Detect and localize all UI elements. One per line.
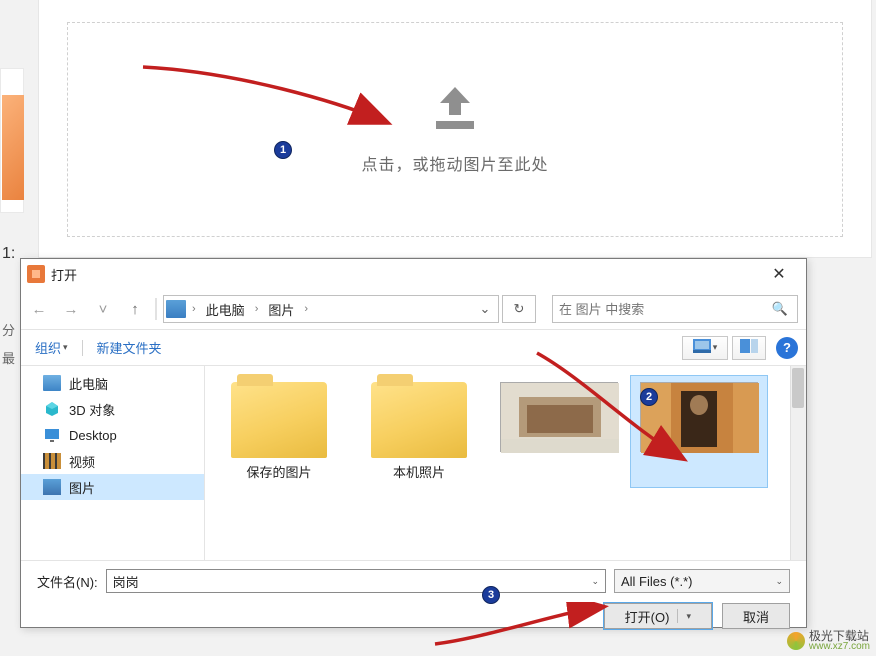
pictures-icon [43,479,61,495]
file-type-filter[interactable]: All Files (*.*) ⌄ [614,569,790,593]
image-thumbnail [640,382,758,452]
toolbar: 组织▾ 新建文件夹 ▾ ? [21,329,806,365]
folder-icon [231,382,327,458]
arrow-left-icon: ← [32,301,47,318]
navigation-row: ← → ˅ ↑ › 此电脑 › 图片 › ⌄ ↻ 🔍 [21,289,806,329]
breadcrumb-folder[interactable]: 图片 [262,300,300,319]
upload-drop-area[interactable]: 点击，或拖动图片至此处 [67,22,843,237]
drop-hint-text: 点击，或拖动图片至此处 [361,151,548,175]
refresh-button[interactable]: ↻ [502,295,536,323]
chevron-down-icon: ▾ [686,611,691,622]
video-icon [43,453,61,469]
chevron-down-icon: ⌄ [480,301,491,317]
item-label: 本机照片 [393,462,445,481]
annotation-badge-1: 1 [274,141,292,159]
arrow-right-icon: → [64,301,79,318]
arrow-up-icon: ↑ [131,301,139,318]
drop-zone-panel: 点击，或拖动图片至此处 [38,0,872,258]
close-icon: ✕ [772,264,785,284]
filename-combobox[interactable]: 岗岗 ⌄ [106,569,606,593]
background-panel: 1: 分 最 点击，或拖动图片至此处 [0,0,876,260]
chevron-down-icon: ▾ [713,342,718,353]
watermark-line2: www.xz7.com [809,642,870,652]
help-button[interactable]: ? [776,337,798,359]
nav-back-button[interactable]: ← [25,295,53,323]
search-icon: 🔍 [769,301,791,317]
toolbar-separator [82,340,83,356]
meta-line-1: 分 [2,320,15,339]
organize-button[interactable]: 组织▾ [29,334,74,361]
sidebar-item-this-pc[interactable]: 此电脑 [21,370,204,396]
button-separator [677,609,678,623]
sidebar-item-videos[interactable]: 视频 [21,448,204,474]
thumbnail-label: 1: [2,245,15,263]
view-mode-button[interactable]: ▾ [682,336,728,360]
filter-value: All Files (*.*) [621,574,693,589]
sidebar-item-label: 3D 对象 [69,400,115,419]
scrollbar-thumb[interactable] [792,368,804,408]
meta-line-2: 最 [2,348,15,367]
filename-value: 岗岗 [113,572,139,591]
upload-icon [426,85,484,133]
breadcrumb-dropdown[interactable]: ⌄ [474,296,496,322]
close-button[interactable]: ✕ [758,259,800,289]
chevron-down-icon: ˅ [99,301,108,318]
sidebar-item-label: 视频 [69,452,95,471]
file-item-image-1[interactable] [491,376,627,487]
watermark: 极光下载站 www.xz7.com [787,630,870,652]
file-list-pane[interactable]: 保存的图片 本机照片 [205,366,806,560]
help-icon: ? [783,340,791,355]
file-open-dialog: 打开 ✕ ← → ˅ ↑ › 此电脑 › 图片 › ⌄ ↻ 🔍 组织▾ 新建文件… [20,258,807,628]
chevron-down-icon: ▾ [63,342,68,353]
breadcrumb[interactable]: › 此电脑 › 图片 › ⌄ [163,295,499,323]
dialog-titlebar: 打开 ✕ [21,259,806,289]
thumbnail-view-icon [693,339,711,356]
new-folder-button[interactable]: 新建文件夹 [91,334,168,361]
pc-icon [43,375,61,391]
sidebar: 此电脑 3D 对象 Desktop 视频 图片 [21,366,205,560]
dialog-title: 打开 [51,265,758,284]
watermark-line1: 极光下载站 [809,630,870,642]
file-item-camera-roll[interactable]: 本机照片 [351,376,487,487]
chevron-right-icon: › [253,303,261,315]
sidebar-item-label: 图片 [69,478,95,497]
refresh-icon: ↻ [514,301,525,317]
preview-icon [740,339,758,356]
chevron-right-icon: › [190,303,198,315]
breadcrumb-icon [166,300,186,318]
sidebar-item-desktop[interactable]: Desktop [21,422,204,448]
sidebar-item-3d-objects[interactable]: 3D 对象 [21,396,204,422]
file-item-saved-pictures[interactable]: 保存的图片 [211,376,347,487]
sidebar-item-label: 此电脑 [69,374,108,393]
nav-forward-button[interactable]: → [57,295,85,323]
annotation-badge-2: 2 [640,388,658,406]
image-thumbnail [500,382,618,452]
app-icon [27,265,45,283]
sidebar-item-label: Desktop [69,428,117,443]
search-input[interactable] [559,302,769,317]
open-button[interactable]: 打开(O) ▾ [604,603,712,629]
desktop-icon [43,427,61,443]
thumbnail-card-fill [2,95,24,200]
nav-up-button[interactable]: ↑ [121,295,149,323]
breadcrumb-root[interactable]: 此电脑 [200,300,251,319]
folder-icon [371,382,467,458]
search-box[interactable]: 🔍 [552,295,798,323]
cancel-button[interactable]: 取消 [722,603,790,629]
dialog-body: 此电脑 3D 对象 Desktop 视频 图片 [21,365,806,561]
vertical-scrollbar[interactable] [790,366,806,560]
dialog-bottom-controls: 文件名(N): 岗岗 ⌄ All Files (*.*) ⌄ 打开(O) ▾ 取… [21,561,806,627]
3d-objects-icon [43,401,61,417]
sidebar-item-pictures[interactable]: 图片 [21,474,204,500]
filename-label: 文件名(N): [37,572,98,591]
nav-separator [155,298,157,320]
nav-recent-button[interactable]: ˅ [89,295,117,323]
watermark-logo-icon [787,632,805,650]
chevron-right-icon: › [302,303,310,315]
chevron-down-icon: ⌄ [591,576,599,587]
chevron-down-icon: ⌄ [775,576,783,587]
item-label: 保存的图片 [246,462,311,481]
preview-pane-button[interactable] [732,336,766,360]
annotation-badge-3: 3 [482,586,500,604]
